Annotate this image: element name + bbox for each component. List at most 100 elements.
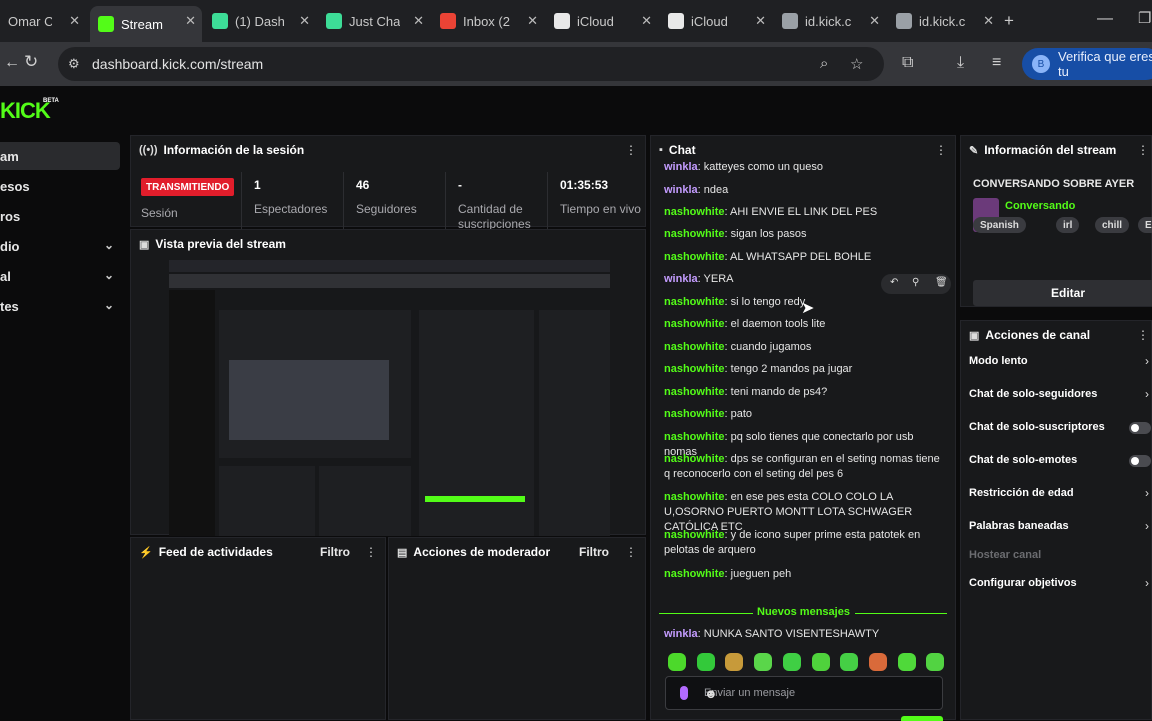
browser-tab[interactable]: (1) Dash ✕ xyxy=(204,6,316,36)
close-tab-icon[interactable]: ✕ xyxy=(527,13,538,29)
maximize-window-icon[interactable]: ❐ xyxy=(1138,9,1151,27)
new-tab-icon[interactable]: + xyxy=(1004,11,1014,31)
sidebar-nav-item[interactable]: tes ⌄ xyxy=(0,292,120,320)
browser-tab[interactable]: iCloud ✕ xyxy=(660,6,772,36)
channel-action-row[interactable]: Restricción de edad › xyxy=(961,486,1151,503)
more-options-icon[interactable]: ⋮ xyxy=(935,143,947,157)
chat-username[interactable]: nashowhite xyxy=(664,386,725,398)
chevron-right-icon[interactable]: › xyxy=(1145,576,1149,590)
sidebar-nav-item[interactable]: esos xyxy=(0,172,120,200)
chat-username[interactable]: winkla xyxy=(664,184,698,196)
close-tab-icon[interactable]: ✕ xyxy=(869,13,880,29)
edit-button[interactable]: Editar xyxy=(973,280,1152,306)
stream-tag[interactable]: chill xyxy=(1095,217,1130,233)
chevron-right-icon[interactable]: › xyxy=(1145,486,1149,500)
channel-action-row[interactable]: Chat de solo-suscriptores xyxy=(961,421,1151,437)
chat-message-input[interactable]: Enviar un mensaje ☻ xyxy=(665,676,943,710)
toggle-switch[interactable] xyxy=(1129,422,1151,434)
chat-username[interactable]: nashowhite xyxy=(664,431,725,443)
reading-list-icon[interactable]: ≡ xyxy=(992,54,1001,72)
chevron-down-icon[interactable]: ⌄ xyxy=(104,268,114,282)
chevron-down-icon[interactable]: ⌄ xyxy=(104,238,114,252)
chat-username[interactable]: nashowhite xyxy=(664,491,725,503)
more-options-icon[interactable]: ⋮ xyxy=(1137,328,1149,342)
channel-action-row[interactable]: Modo lento › xyxy=(961,354,1151,371)
chat-username[interactable]: winkla xyxy=(664,628,698,640)
chevron-down-icon[interactable]: ⌄ xyxy=(104,298,114,312)
more-options-icon[interactable]: ⋮ xyxy=(625,545,637,559)
chat-username[interactable]: nashowhite xyxy=(664,529,725,541)
more-options-icon[interactable]: ⋮ xyxy=(365,545,377,559)
zoom-search-icon[interactable]: ⌕ xyxy=(820,55,828,72)
pin-icon[interactable]: ⚲ xyxy=(912,277,919,288)
close-tab-icon[interactable]: ✕ xyxy=(299,13,310,29)
sidebar-nav-item[interactable]: am xyxy=(0,142,120,170)
chat-username[interactable]: nashowhite xyxy=(664,228,725,240)
browser-tab[interactable]: Stream ✕ xyxy=(90,6,202,42)
browser-tab[interactable]: id.kick.c ✕ xyxy=(888,6,1000,36)
microphone-icon[interactable] xyxy=(680,686,688,700)
more-options-icon[interactable]: ⋮ xyxy=(1137,143,1149,157)
stream-tag[interactable]: irl xyxy=(1056,217,1080,233)
chat-username[interactable]: nashowhite xyxy=(664,568,725,580)
stream-tag[interactable]: Spanish xyxy=(973,217,1026,233)
more-options-icon[interactable]: ⋮ xyxy=(625,143,637,157)
emote-icon[interactable] xyxy=(926,653,945,671)
reply-icon[interactable]: ↶ xyxy=(890,277,898,288)
channel-action-row[interactable]: Chat de solo-emotes xyxy=(961,454,1151,470)
emote-icon[interactable] xyxy=(897,653,916,671)
downloads-icon[interactable]: ⤓ xyxy=(957,54,964,72)
browser-tab[interactable]: Inbox (2 ✕ xyxy=(432,6,544,36)
browser-tab[interactable]: iCloud ✕ xyxy=(546,6,658,36)
chat-username[interactable]: nashowhite xyxy=(664,341,725,353)
chevron-right-icon[interactable]: › xyxy=(1145,519,1149,533)
chat-username[interactable]: nashowhite xyxy=(664,363,725,375)
stream-preview-video[interactable] xyxy=(169,260,610,536)
chat-username[interactable]: winkla xyxy=(664,273,698,285)
sidebar-nav-item[interactable]: dio ⌄ xyxy=(0,232,120,260)
close-tab-icon[interactable]: ✕ xyxy=(185,13,196,29)
emote-icon[interactable] xyxy=(725,653,744,671)
close-tab-icon[interactable]: ✕ xyxy=(983,13,994,29)
minimize-window-icon[interactable]: — xyxy=(1097,10,1113,28)
reload-icon[interactable]: ↻ xyxy=(24,52,38,72)
close-tab-icon[interactable]: ✕ xyxy=(755,13,766,29)
emote-icon[interactable] xyxy=(782,653,801,671)
sidebar-nav-item[interactable]: al ⌄ xyxy=(0,262,120,290)
moderator-filter-button[interactable]: Filtro xyxy=(579,545,609,559)
extensions-icon[interactable]: ⧉ xyxy=(902,54,913,72)
chevron-right-icon[interactable]: › xyxy=(1145,387,1149,401)
toggle-switch[interactable] xyxy=(1129,455,1151,467)
close-tab-icon[interactable]: ✕ xyxy=(641,13,652,29)
close-tab-icon[interactable]: ✕ xyxy=(69,13,80,29)
channel-action-row[interactable]: Palabras baneadas › xyxy=(961,519,1151,536)
activity-filter-button[interactable]: Filtro xyxy=(320,545,350,559)
category-name[interactable]: Conversando xyxy=(1005,200,1075,212)
chat-username[interactable]: nashowhite xyxy=(664,408,725,420)
emoji-icon[interactable]: ☻ xyxy=(704,686,932,701)
address-bar[interactable]: ⚙ dashboard.kick.com/stream ⌕ ☆ xyxy=(58,47,884,81)
emote-icon[interactable] xyxy=(868,653,887,671)
back-arrow-icon[interactable]: ← xyxy=(4,54,20,72)
channel-action-row[interactable]: Chat de solo-seguidores › xyxy=(961,387,1151,404)
chat-username[interactable]: nashowhite xyxy=(664,296,725,308)
profile-verify-button[interactable]: B Verifica que eres tu xyxy=(1022,48,1152,80)
chat-username[interactable]: nashowhite xyxy=(664,453,725,465)
bookmark-star-icon[interactable]: ☆ xyxy=(850,55,863,73)
emote-icon[interactable] xyxy=(840,653,859,671)
delete-icon[interactable]: 🗑 xyxy=(935,277,948,288)
browser-tab[interactable]: Just Cha ✕ xyxy=(318,6,430,36)
sidebar-nav-item[interactable]: ros xyxy=(0,202,120,230)
chat-username[interactable]: nashowhite xyxy=(664,318,725,330)
stream-tag[interactable]: Españ xyxy=(1138,217,1152,233)
emote-icon[interactable] xyxy=(811,653,830,671)
channel-action-row[interactable]: Configurar objetivos › xyxy=(961,576,1151,593)
site-settings-icon[interactable]: ⚙ xyxy=(68,56,80,72)
emote-icon[interactable] xyxy=(696,653,715,671)
emote-icon[interactable] xyxy=(754,653,773,671)
chat-username[interactable]: nashowhite xyxy=(664,251,725,263)
close-tab-icon[interactable]: ✕ xyxy=(413,13,424,29)
browser-tab[interactable]: Omar C ✕ xyxy=(0,6,86,36)
chevron-right-icon[interactable]: › xyxy=(1145,354,1149,368)
browser-tab[interactable]: id.kick.c ✕ xyxy=(774,6,886,36)
